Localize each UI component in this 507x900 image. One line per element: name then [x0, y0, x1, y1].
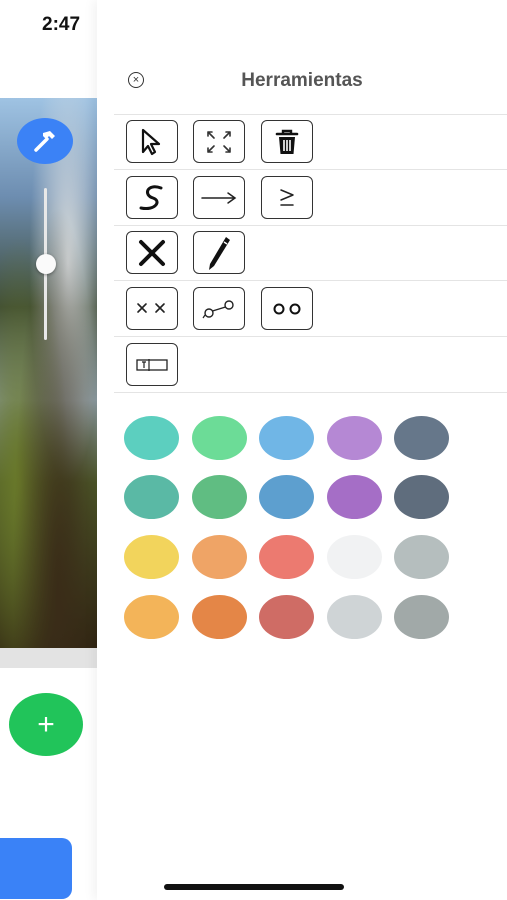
color-swatch[interactable]: [394, 595, 449, 639]
status-time: 2:47: [42, 14, 81, 35]
x-mark-icon: [139, 239, 165, 266]
pointer-tool-button[interactable]: [126, 120, 178, 163]
divider: [114, 225, 507, 226]
double-circle-icon: [273, 303, 301, 314]
color-swatch[interactable]: [259, 416, 314, 460]
link-tool-button[interactable]: [193, 287, 245, 330]
hammer-icon: [34, 131, 55, 152]
trash-icon: [275, 129, 299, 154]
color-swatch[interactable]: [192, 475, 247, 519]
blue-action-button[interactable]: [0, 838, 72, 899]
s-curve-icon: [139, 184, 163, 210]
home-indicator: [164, 884, 344, 890]
color-swatch[interactable]: [259, 475, 314, 519]
zigzag-icon: [280, 188, 294, 206]
text-box-icon: [136, 358, 168, 371]
hammer-button[interactable]: [17, 118, 73, 164]
pen-tool-button[interactable]: [193, 231, 245, 274]
zigzag-tool-button[interactable]: [261, 176, 313, 219]
arrow-right-icon: [201, 191, 237, 204]
divider: [114, 169, 507, 170]
color-swatch[interactable]: [394, 475, 449, 519]
color-swatch[interactable]: [394, 535, 449, 579]
expand-tool-button[interactable]: [193, 120, 245, 163]
color-swatch[interactable]: [124, 595, 179, 639]
add-button[interactable]: +: [9, 693, 83, 756]
color-swatch[interactable]: [192, 535, 247, 579]
color-swatch[interactable]: [124, 475, 179, 519]
divider: [114, 114, 507, 115]
color-swatch[interactable]: [327, 535, 382, 579]
color-swatch[interactable]: [259, 595, 314, 639]
divider: [114, 336, 507, 337]
double-circle-tool-button[interactable]: [261, 287, 313, 330]
divider: [114, 392, 507, 393]
cross-tool-button[interactable]: [126, 231, 178, 274]
color-swatch[interactable]: [124, 535, 179, 579]
color-swatch[interactable]: [124, 416, 179, 460]
panel-title: Herramientas: [241, 70, 363, 91]
pen-icon: [209, 236, 230, 270]
divider: [114, 280, 507, 281]
color-swatch[interactable]: [192, 595, 247, 639]
add-button-label: +: [37, 707, 55, 741]
cursor-arrow-icon: [141, 128, 161, 155]
arrow-tool-button[interactable]: [193, 176, 245, 219]
color-swatch[interactable]: [394, 416, 449, 460]
double-x-icon: [137, 302, 165, 313]
double-cross-tool-button[interactable]: [126, 287, 178, 330]
color-swatch[interactable]: [327, 416, 382, 460]
expand-arrows-icon: [207, 130, 231, 153]
color-swatch[interactable]: [327, 595, 382, 639]
curve-tool-button[interactable]: [126, 176, 178, 219]
color-swatch[interactable]: [259, 535, 314, 579]
connected-nodes-icon: [202, 299, 234, 318]
zoom-slider-thumb[interactable]: [36, 254, 56, 274]
text-field-tool-button[interactable]: [126, 343, 178, 386]
color-swatch[interactable]: [192, 416, 247, 460]
photo-bottom-strip: [0, 648, 97, 668]
background-photo: [0, 98, 97, 648]
color-swatch[interactable]: [327, 475, 382, 519]
delete-tool-button[interactable]: [261, 120, 313, 163]
